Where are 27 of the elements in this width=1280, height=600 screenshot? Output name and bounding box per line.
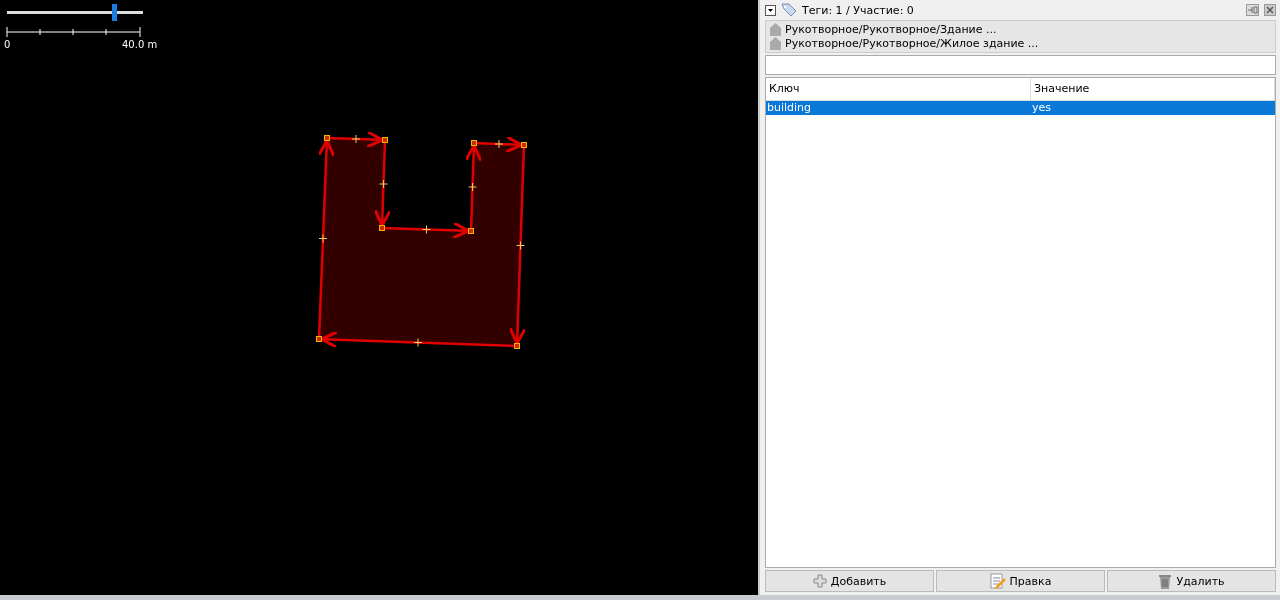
zoom-slider[interactable] <box>7 4 143 22</box>
house-icon <box>770 37 781 50</box>
close-icon[interactable] <box>1264 4 1276 16</box>
preset-link[interactable]: Рукотворное/Рукотворное/Жилое здание ... <box>785 37 1039 50</box>
pencil-notepad-icon <box>989 573 1006 589</box>
tag-icon <box>781 3 797 17</box>
house-icon <box>770 23 781 36</box>
scale-label: 40.0 m <box>122 39 158 50</box>
plus-icon <box>812 574 827 588</box>
table-cell-text: yes <box>1031 101 1052 115</box>
preset-link[interactable]: Рукотворное/Рукотворное/Здание ... <box>785 23 997 36</box>
column-header[interactable]: Значение <box>1031 78 1275 100</box>
column-header[interactable]: Ключ <box>766 78 1031 100</box>
collapse-toggle-icon[interactable] <box>765 4 776 16</box>
map-canvas[interactable]: 0 40.0 m <box>0 0 758 595</box>
trash-can-icon <box>1158 573 1173 589</box>
scale-label: 0 <box>4 39 11 50</box>
panel-title: Теги: 1 / Участие: 0 <box>802 3 915 17</box>
search-field[interactable] <box>765 55 1276 75</box>
scale-bar-icon <box>6 27 142 37</box>
delete-button[interactable]: Удалить <box>1107 570 1276 592</box>
edit-button[interactable]: Правка <box>936 570 1105 592</box>
add-button[interactable]: Добавить <box>765 570 934 592</box>
pin-icon[interactable] <box>1246 4 1259 16</box>
building-outline-drawing[interactable] <box>316 130 527 349</box>
tag-row[interactable]: building yes <box>766 101 1275 115</box>
table-cell-text: building <box>766 101 813 115</box>
